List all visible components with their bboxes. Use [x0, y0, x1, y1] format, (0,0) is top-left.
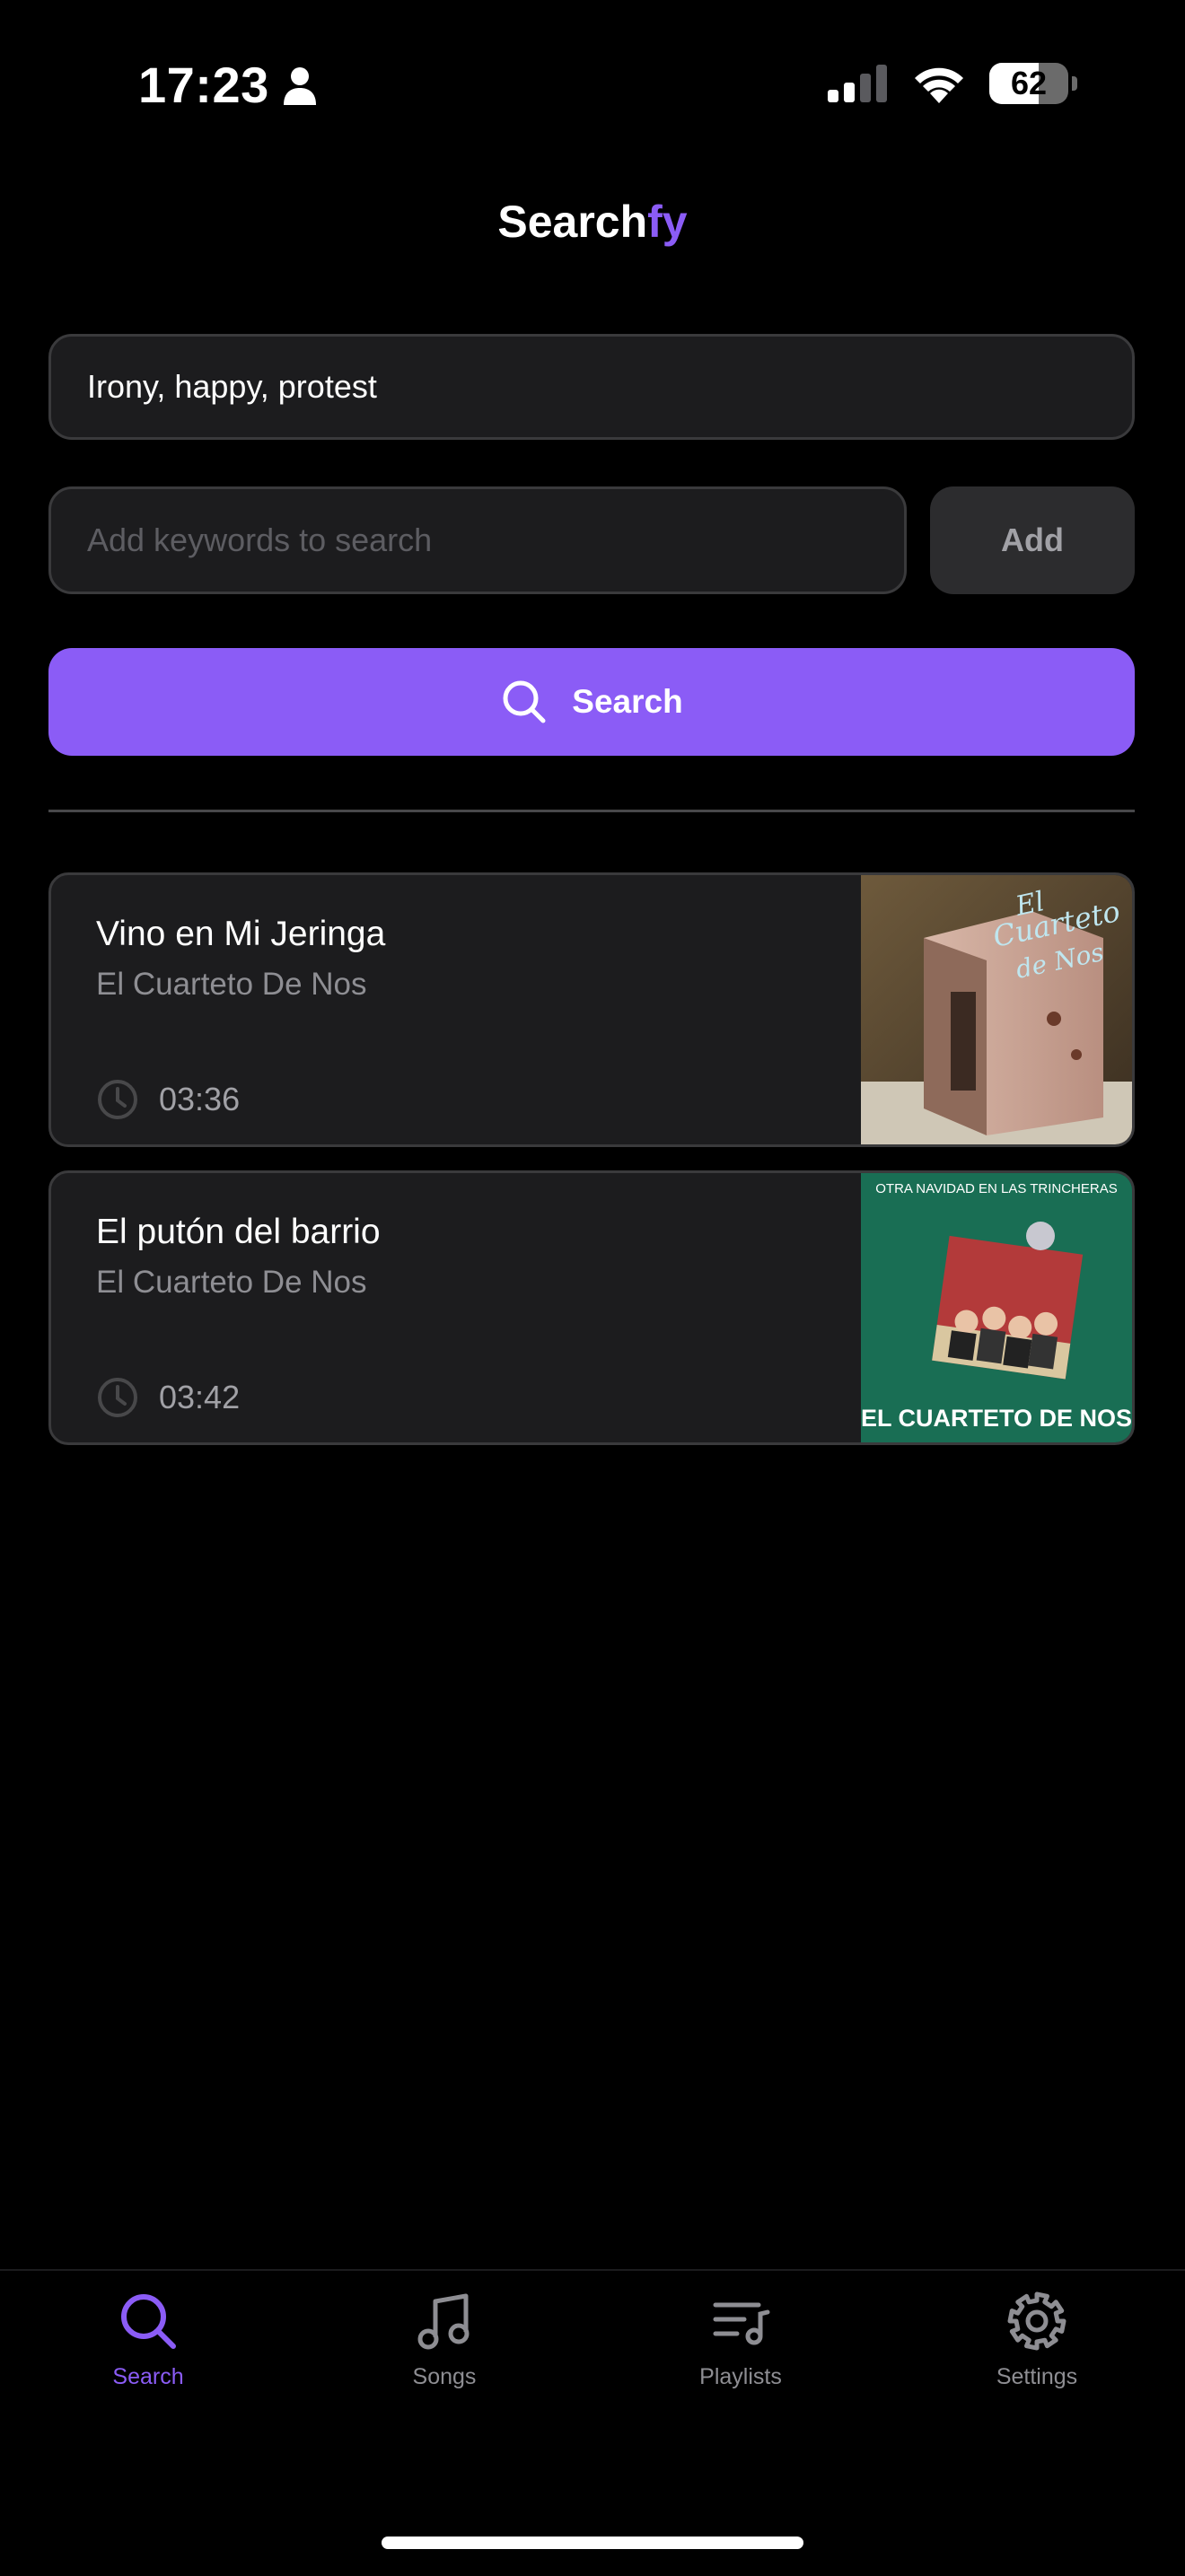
search-icon	[121, 2294, 176, 2349]
album-cover: El Cuarteto de Nos	[861, 875, 1132, 1144]
tab-settings[interactable]: Settings	[889, 2289, 1185, 2390]
battery-percent: 62	[1010, 65, 1048, 101]
song-artist: El Cuarteto De Nos	[96, 1265, 367, 1300]
wifi-icon	[915, 67, 963, 103]
duration: 03:36	[96, 1078, 240, 1121]
duration-value: 03:36	[159, 1081, 241, 1117]
album-cover: OTRA NAVIDAD EN LAS TRINCHERAS EL CUARTE…	[861, 1173, 1132, 1442]
album-cover-art: OTRA NAVIDAD EN LAS TRINCHERAS EL CUARTE…	[861, 1173, 1132, 1442]
add-keyword-input[interactable]	[48, 486, 907, 594]
cover-bottom-text: EL CUARTETO DE NOS	[861, 1405, 1132, 1432]
search-button-label: Search	[572, 683, 683, 720]
tab-label: Songs	[412, 2364, 477, 2389]
tab-label: Search	[112, 2364, 184, 2389]
app-title: Searchfy	[0, 196, 1185, 248]
music-note-icon	[417, 2293, 470, 2350]
search-button[interactable]: Search	[48, 648, 1135, 756]
clock-icon	[98, 1080, 137, 1119]
search-icon	[503, 680, 546, 723]
tab-search[interactable]: Search	[0, 2289, 296, 2390]
gear-icon	[1007, 2291, 1066, 2351]
divider	[48, 810, 1135, 812]
tab-bar: Search Songs Playlists Settings	[0, 2269, 1185, 2576]
duration: 03:42	[96, 1376, 240, 1419]
add-button[interactable]: Add	[930, 486, 1135, 594]
song-title: El putón del barrio	[96, 1213, 381, 1251]
status-icons: 62	[828, 63, 1077, 104]
keywords-field[interactable]: Irony, happy, protest	[48, 334, 1135, 440]
tab-label: Settings	[996, 2364, 1078, 2389]
cover-top-text: OTRA NAVIDAD EN LAS TRINCHERAS	[875, 1181, 1118, 1196]
app-title-accent: fy	[647, 197, 688, 247]
signal-icon	[828, 65, 887, 102]
tab-songs[interactable]: Songs	[296, 2289, 592, 2390]
battery-tip	[1072, 76, 1077, 91]
tab-playlists[interactable]: Playlists	[592, 2289, 889, 2390]
song-artist: El Cuarteto De Nos	[96, 967, 367, 1002]
song-title: Vino en Mi Jeringa	[96, 915, 386, 953]
battery-icon: 62	[989, 63, 1068, 104]
home-indicator	[382, 2537, 803, 2549]
person-icon	[283, 66, 316, 105]
status-bar: 17:23 62	[0, 0, 1185, 171]
app-title-main: Search	[497, 197, 648, 247]
clock-icon	[98, 1378, 137, 1417]
status-time-group: 17:23	[138, 56, 318, 114]
tab-label: Playlists	[699, 2364, 782, 2389]
result-card[interactable]: El putón del barrio El Cuarteto De Nos 0…	[48, 1170, 1135, 1445]
duration-value: 03:42	[159, 1379, 241, 1415]
result-card[interactable]: Vino en Mi Jeringa El Cuarteto De Nos 03…	[48, 872, 1135, 1147]
keywords-value: Irony, happy, protest	[87, 368, 377, 405]
album-cover-art: El Cuarteto de Nos	[861, 875, 1132, 1144]
status-time: 17:23	[138, 57, 269, 113]
playlist-icon	[713, 2302, 770, 2345]
